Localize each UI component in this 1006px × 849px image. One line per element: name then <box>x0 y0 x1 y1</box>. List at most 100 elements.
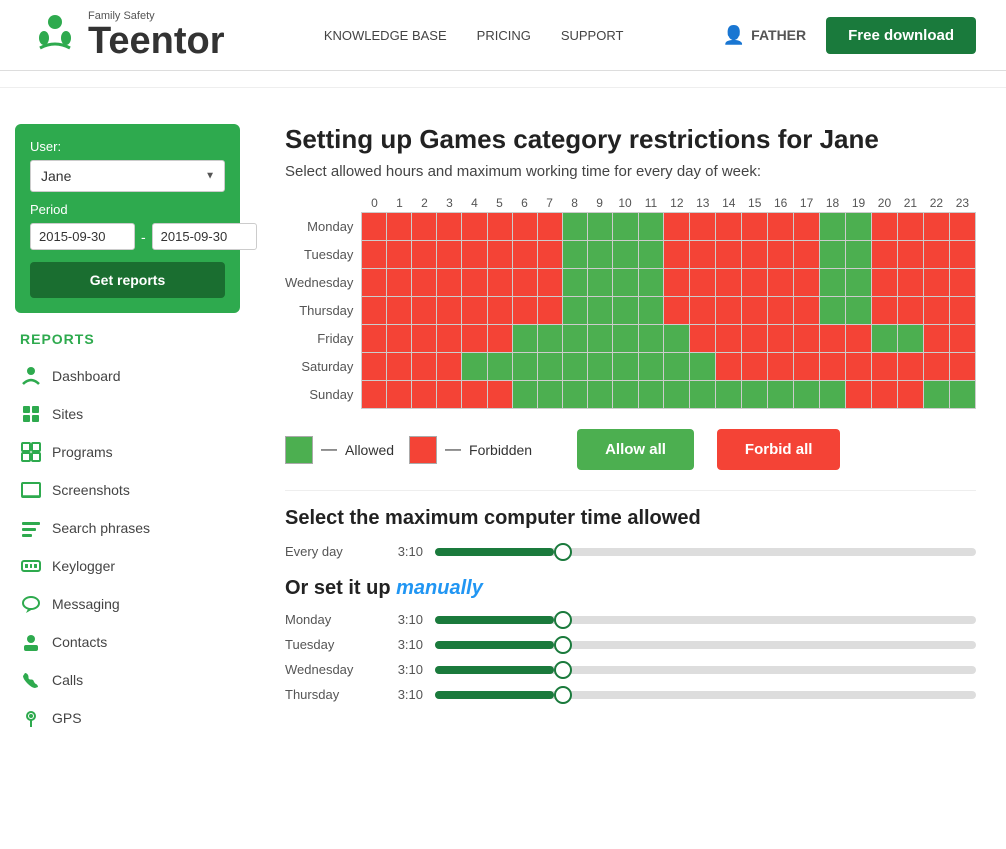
grid-cell-saturday-hour-8[interactable] <box>562 353 587 381</box>
grid-cell-saturday-hour-9[interactable] <box>587 353 612 381</box>
grid-cell-tuesday-hour-10[interactable] <box>612 241 638 269</box>
grid-cell-tuesday-hour-0[interactable] <box>362 241 387 269</box>
grid-cell-sunday-hour-10[interactable] <box>612 381 638 409</box>
grid-cell-sunday-hour-1[interactable] <box>387 381 412 409</box>
grid-cell-tuesday-hour-11[interactable] <box>638 241 664 269</box>
grid-cell-sunday-hour-22[interactable] <box>923 381 949 409</box>
grid-cell-saturday-hour-10[interactable] <box>612 353 638 381</box>
grid-cell-friday-hour-13[interactable] <box>690 325 716 353</box>
grid-cell-friday-hour-9[interactable] <box>587 325 612 353</box>
grid-cell-sunday-hour-12[interactable] <box>664 381 690 409</box>
sidebar-item-sites[interactable]: Sites <box>15 395 240 433</box>
grid-cell-sunday-hour-14[interactable] <box>716 381 742 409</box>
grid-cell-friday-hour-12[interactable] <box>664 325 690 353</box>
grid-cell-tuesday-hour-7[interactable] <box>537 241 562 269</box>
grid-cell-sunday-hour-15[interactable] <box>742 381 768 409</box>
grid-cell-friday-hour-0[interactable] <box>362 325 387 353</box>
manual-track-monday[interactable] <box>435 616 976 624</box>
grid-cell-thursday-hour-5[interactable] <box>487 297 512 325</box>
grid-cell-friday-hour-22[interactable] <box>923 325 949 353</box>
grid-cell-saturday-hour-15[interactable] <box>742 353 768 381</box>
grid-cell-friday-hour-17[interactable] <box>794 325 820 353</box>
forbid-all-button[interactable]: Forbid all <box>717 429 841 470</box>
sidebar-item-screenshots[interactable]: Screenshots <box>15 471 240 509</box>
manual-thumb-thursday[interactable] <box>554 686 572 704</box>
grid-cell-thursday-hour-15[interactable] <box>742 297 768 325</box>
grid-cell-thursday-hour-18[interactable] <box>820 297 846 325</box>
grid-cell-monday-hour-13[interactable] <box>690 213 716 241</box>
grid-cell-wednesday-hour-0[interactable] <box>362 269 387 297</box>
grid-cell-saturday-hour-12[interactable] <box>664 353 690 381</box>
grid-cell-sunday-hour-7[interactable] <box>537 381 562 409</box>
grid-cell-monday-hour-6[interactable] <box>512 213 537 241</box>
grid-cell-thursday-hour-2[interactable] <box>412 297 437 325</box>
grid-cell-saturday-hour-18[interactable] <box>820 353 846 381</box>
get-reports-button[interactable]: Get reports <box>30 262 225 298</box>
grid-cell-thursday-hour-12[interactable] <box>664 297 690 325</box>
grid-cell-saturday-hour-5[interactable] <box>487 353 512 381</box>
grid-cell-sunday-hour-6[interactable] <box>512 381 537 409</box>
manual-thumb-wednesday[interactable] <box>554 661 572 679</box>
grid-cell-tuesday-hour-19[interactable] <box>846 241 872 269</box>
sidebar-item-contacts[interactable]: Contacts <box>15 623 240 661</box>
grid-cell-tuesday-hour-13[interactable] <box>690 241 716 269</box>
grid-cell-saturday-hour-13[interactable] <box>690 353 716 381</box>
grid-cell-friday-hour-10[interactable] <box>612 325 638 353</box>
grid-cell-sunday-hour-18[interactable] <box>820 381 846 409</box>
grid-cell-tuesday-hour-14[interactable] <box>716 241 742 269</box>
grid-cell-friday-hour-21[interactable] <box>897 325 923 353</box>
sidebar-item-search-phrases[interactable]: Search phrases <box>15 509 240 547</box>
grid-cell-monday-hour-10[interactable] <box>612 213 638 241</box>
grid-cell-wednesday-hour-10[interactable] <box>612 269 638 297</box>
sidebar-item-dashboard[interactable]: Dashboard <box>15 357 240 395</box>
grid-cell-friday-hour-15[interactable] <box>742 325 768 353</box>
grid-cell-wednesday-hour-7[interactable] <box>537 269 562 297</box>
grid-cell-sunday-hour-13[interactable] <box>690 381 716 409</box>
grid-cell-saturday-hour-19[interactable] <box>846 353 872 381</box>
grid-cell-monday-hour-11[interactable] <box>638 213 664 241</box>
manual-thumb-tuesday[interactable] <box>554 636 572 654</box>
sidebar-item-keylogger[interactable]: Keylogger <box>15 547 240 585</box>
date-to-input[interactable] <box>152 223 257 250</box>
grid-cell-saturday-hour-17[interactable] <box>794 353 820 381</box>
grid-cell-friday-hour-14[interactable] <box>716 325 742 353</box>
grid-cell-monday-hour-23[interactable] <box>949 213 975 241</box>
manual-thumb-monday[interactable] <box>554 611 572 629</box>
grid-cell-monday-hour-15[interactable] <box>742 213 768 241</box>
date-from-input[interactable] <box>30 223 135 250</box>
grid-cell-wednesday-hour-15[interactable] <box>742 269 768 297</box>
sidebar-item-gps[interactable]: GPS <box>15 699 240 737</box>
grid-cell-sunday-hour-16[interactable] <box>768 381 794 409</box>
grid-cell-monday-hour-0[interactable] <box>362 213 387 241</box>
grid-cell-saturday-hour-22[interactable] <box>923 353 949 381</box>
grid-cell-monday-hour-5[interactable] <box>487 213 512 241</box>
grid-cell-saturday-hour-1[interactable] <box>387 353 412 381</box>
grid-cell-monday-hour-17[interactable] <box>794 213 820 241</box>
sidebar-item-messaging[interactable]: Messaging <box>15 585 240 623</box>
grid-cell-thursday-hour-14[interactable] <box>716 297 742 325</box>
grid-cell-friday-hour-3[interactable] <box>437 325 462 353</box>
grid-cell-wednesday-hour-9[interactable] <box>587 269 612 297</box>
grid-cell-monday-hour-22[interactable] <box>923 213 949 241</box>
grid-cell-sunday-hour-11[interactable] <box>638 381 664 409</box>
grid-cell-sunday-hour-5[interactable] <box>487 381 512 409</box>
grid-cell-tuesday-hour-4[interactable] <box>462 241 487 269</box>
grid-cell-wednesday-hour-20[interactable] <box>871 269 897 297</box>
grid-cell-friday-hour-20[interactable] <box>871 325 897 353</box>
nav-support[interactable]: SUPPORT <box>561 28 624 43</box>
grid-cell-saturday-hour-21[interactable] <box>897 353 923 381</box>
grid-cell-friday-hour-11[interactable] <box>638 325 664 353</box>
grid-cell-tuesday-hour-15[interactable] <box>742 241 768 269</box>
free-download-button[interactable]: Free download <box>826 17 976 54</box>
nav-knowledge-base[interactable]: KNOWLEDGE BASE <box>324 28 447 43</box>
grid-cell-sunday-hour-0[interactable] <box>362 381 387 409</box>
grid-cell-thursday-hour-21[interactable] <box>897 297 923 325</box>
grid-cell-wednesday-hour-6[interactable] <box>512 269 537 297</box>
grid-cell-friday-hour-7[interactable] <box>537 325 562 353</box>
grid-cell-saturday-hour-6[interactable] <box>512 353 537 381</box>
grid-cell-sunday-hour-8[interactable] <box>562 381 587 409</box>
grid-cell-tuesday-hour-6[interactable] <box>512 241 537 269</box>
grid-cell-thursday-hour-16[interactable] <box>768 297 794 325</box>
grid-cell-wednesday-hour-13[interactable] <box>690 269 716 297</box>
grid-cell-thursday-hour-9[interactable] <box>587 297 612 325</box>
